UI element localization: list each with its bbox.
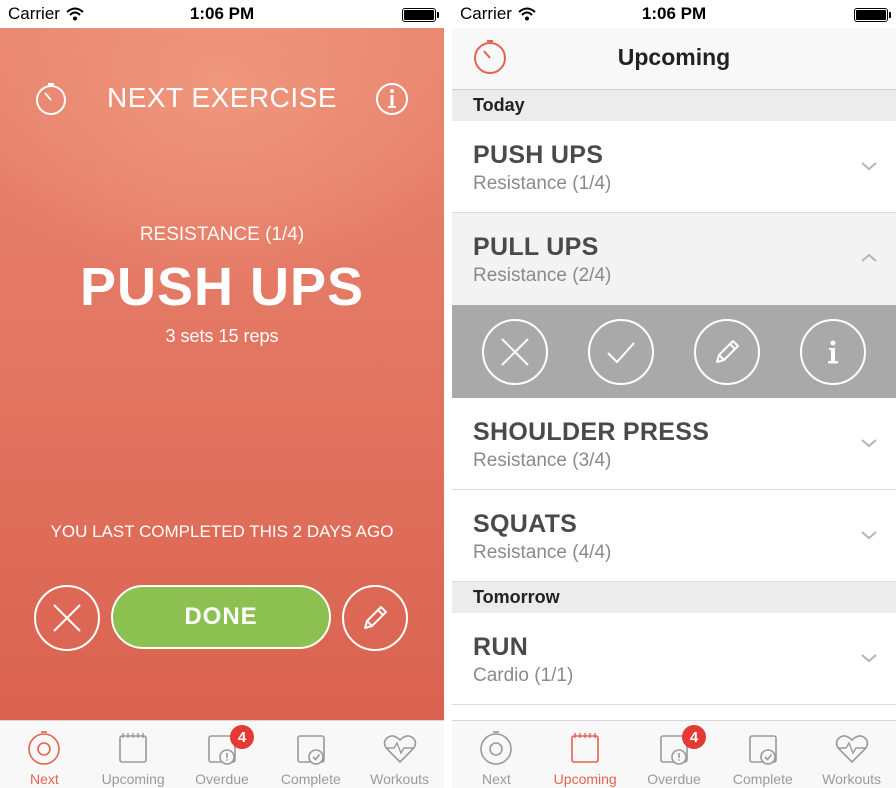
page-title: Upcoming: [617, 44, 731, 70]
tab-label: Complete: [280, 771, 341, 787]
last-completed-text: YOU LAST COMPLETED THIS 2 DAYS AGO: [50, 522, 394, 541]
info-icon: [828, 340, 838, 363]
upcoming-list: Today PUSH UPS Resistance (1/4) PULL UPS…: [452, 90, 896, 720]
close-icon: [501, 337, 529, 366]
skip-button[interactable]: [34, 585, 100, 651]
exercise-category: RESISTANCE (1/4): [139, 224, 305, 245]
tab-workouts[interactable]: Workouts: [355, 721, 444, 788]
status-bar: Carrier 1:06 PM: [452, 0, 896, 28]
upcoming-screen: Carrier 1:06 PM Upcoming Today PUSH UPS …: [452, 0, 896, 788]
tab-label: Complete: [732, 771, 793, 787]
tab-workouts[interactable]: Workouts: [807, 721, 896, 788]
chevron-down-icon: [861, 162, 877, 171]
section-header: Today: [452, 90, 896, 121]
done-button[interactable]: DONE: [111, 585, 331, 649]
tab-complete[interactable]: Complete: [718, 721, 807, 788]
tab-next[interactable]: Next: [452, 721, 541, 788]
status-time: 1:06 PM: [641, 4, 707, 23]
item-subtitle: Resistance (2/4): [473, 265, 612, 286]
tab-overdue[interactable]: 4 Overdue: [178, 721, 267, 788]
calendar-icon: [571, 733, 599, 763]
list-item[interactable]: RUN Cardio (1/1): [452, 613, 896, 705]
pencil-icon: [364, 606, 387, 629]
chevron-down-icon: [861, 531, 877, 540]
screen-divider: [444, 0, 452, 788]
heart-pulse-icon: [383, 735, 416, 764]
chevron-down-icon: [861, 439, 877, 448]
tab-label: Next: [30, 771, 59, 787]
chevron-up-icon: [861, 253, 877, 262]
edit-button[interactable]: [694, 318, 760, 385]
tab-label: Overdue: [195, 771, 249, 787]
timer-icon: [480, 731, 513, 765]
chevron-down-icon: [861, 654, 877, 663]
tab-complete[interactable]: Complete: [266, 721, 355, 788]
item-actions: [452, 305, 896, 398]
item-name: PUSH UPS: [473, 141, 604, 169]
tab-label: Workouts: [370, 771, 430, 787]
list-item[interactable]: SHOULDER PRESS Resistance (3/4): [452, 398, 896, 490]
exercise-panel: NEXT EXERCISE RESISTANCE (1/4) PUSH UPS …: [0, 28, 444, 720]
overdue-badge: 4: [229, 725, 254, 749]
next-exercise-screen: Carrier 1:06 PM NEXT EXERCISE RESISTANCE…: [0, 0, 444, 788]
tab-bar: Next Upcoming 4 Overdue Complete Workout…: [452, 720, 896, 788]
tab-upcoming[interactable]: Upcoming: [89, 721, 178, 788]
item-name: SHOULDER PRESS: [473, 418, 710, 446]
tab-label: Workouts: [822, 771, 882, 787]
calendar-check-icon: [748, 735, 777, 765]
timer-icon: [28, 731, 61, 765]
info-button[interactable]: [375, 82, 409, 116]
pencil-icon: [716, 339, 739, 363]
list-item[interactable]: PUSH UPS Resistance (1/4): [452, 121, 896, 213]
complete-button[interactable]: [588, 318, 654, 385]
status-bar: Carrier 1:06 PM: [0, 0, 444, 28]
edit-button[interactable]: [342, 585, 408, 651]
item-name: RUN: [473, 633, 529, 661]
tab-next[interactable]: Next: [0, 721, 89, 788]
tab-label: Next: [482, 771, 511, 787]
item-subtitle: Resistance (1/4): [473, 173, 612, 194]
battery-icon: [402, 8, 439, 22]
nav-bar: Upcoming: [452, 28, 896, 90]
list-item[interactable]: PULL UPS Resistance (2/4): [452, 213, 896, 305]
status-time: 1:06 PM: [189, 4, 255, 23]
tab-upcoming[interactable]: Upcoming: [541, 721, 630, 788]
tab-label: Upcoming: [101, 771, 165, 787]
battery-icon: [854, 8, 891, 22]
checkmark-icon: [607, 341, 635, 363]
item-subtitle: Resistance (3/4): [473, 450, 612, 471]
item-subtitle: Resistance (4/4): [473, 542, 612, 563]
tab-bar: Next Upcoming 4 Overdue Complete Workout…: [0, 720, 444, 788]
exercise-name: PUSH UPS: [79, 257, 365, 317]
info-button[interactable]: [800, 318, 866, 385]
tab-label: Overdue: [647, 771, 701, 787]
info-icon: [376, 83, 408, 115]
overdue-badge: 4: [681, 725, 706, 749]
item-subtitle: Cardio (1/1): [473, 665, 574, 686]
tab-label: Upcoming: [553, 771, 617, 787]
list-item[interactable]: SQUATS Resistance (4/4): [452, 490, 896, 582]
skip-button[interactable]: [482, 318, 548, 385]
item-name: SQUATS: [473, 510, 578, 538]
heart-pulse-icon: [835, 735, 868, 764]
item-name: PULL UPS: [473, 233, 599, 261]
close-icon: [53, 604, 81, 632]
tab-overdue[interactable]: 4 Overdue: [630, 721, 719, 788]
calendar-check-icon: [296, 735, 325, 765]
calendar-icon: [119, 733, 147, 763]
section-header: Tomorrow: [452, 582, 896, 613]
exercise-detail: 3 sets 15 reps: [165, 326, 279, 346]
